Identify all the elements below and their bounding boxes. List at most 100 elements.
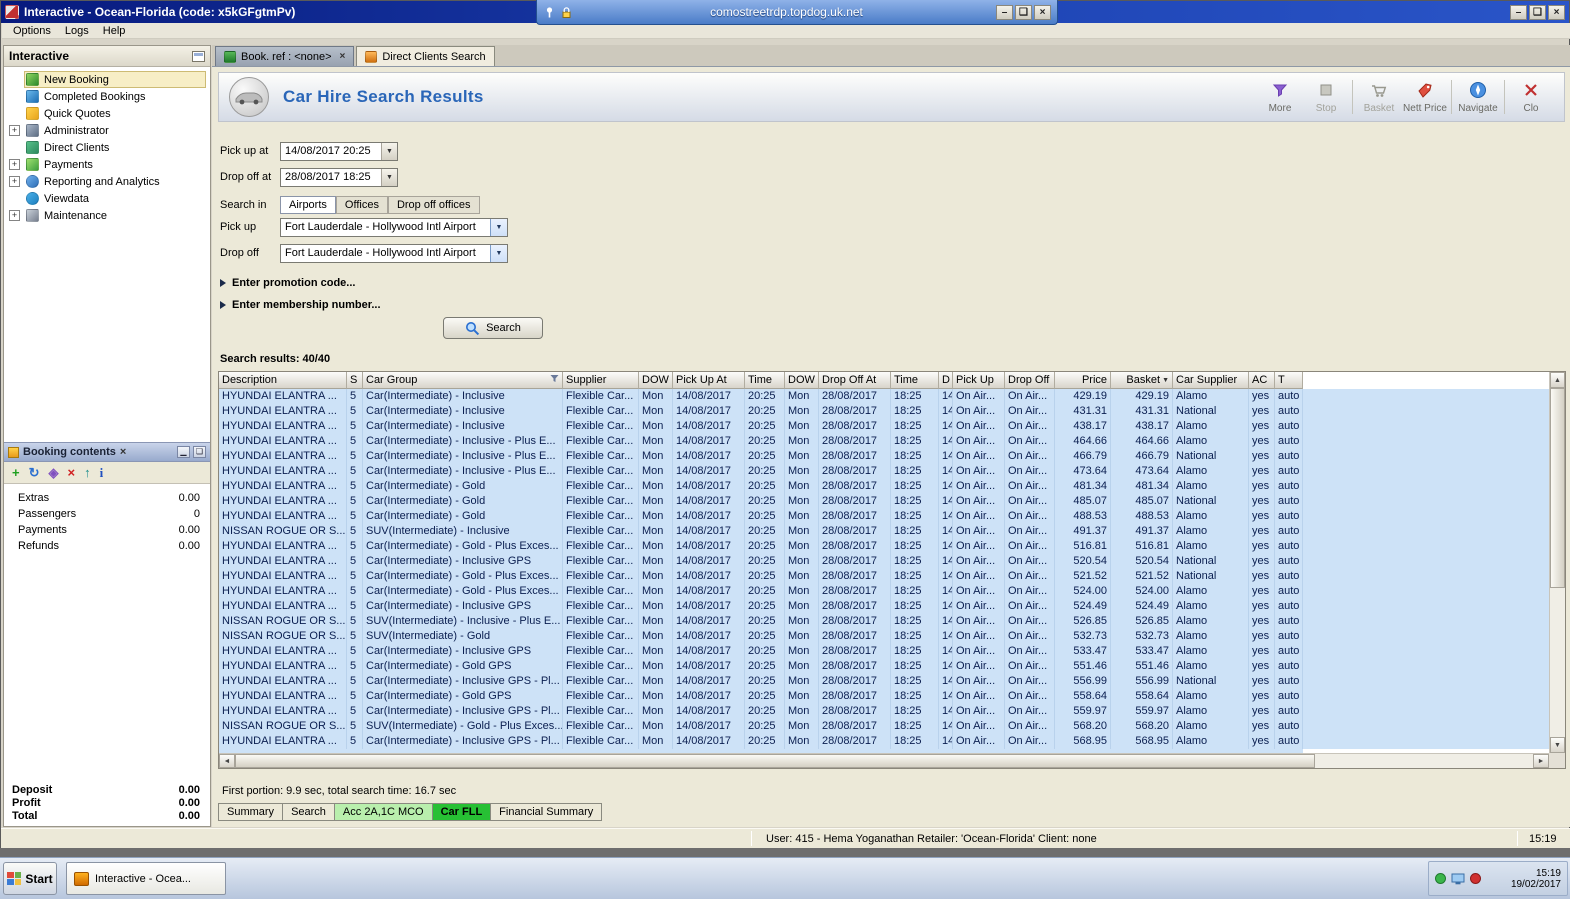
toolbar-clo-button[interactable]: Clo [1508,81,1554,114]
table-row[interactable]: HYUNDAI ELANTRA ... 5 Car(Intermediate) - … [219,554,1549,569]
filter-icon[interactable] [550,374,559,386]
booking-contents-close-icon[interactable]: × [120,446,126,458]
search-in-tab-airports[interactable]: Airports [280,196,336,214]
table-row[interactable]: HYUNDAI ELANTRA ... 5 Car(Intermediate) - … [219,434,1549,449]
table-row[interactable]: NISSAN ROGUE OR S... 5 SUV(Intermediate) -… [219,719,1549,734]
column-header-dow-7[interactable]: DOW [785,372,819,389]
bottom-tab-search[interactable]: Search [283,803,335,821]
table-row[interactable]: HYUNDAI ELANTRA ... 5 Car(Intermediate) - … [219,704,1549,719]
pickup-location-combobox[interactable]: Fort Lauderdale - Hollywood Intl Airport… [280,217,508,237]
table-row[interactable]: HYUNDAI ELANTRA ... 5 Car(Intermediate) - … [219,569,1549,584]
column-header-car-supplier-15[interactable]: Car Supplier [1173,372,1249,389]
bottom-tab-financial-summary[interactable]: Financial Summary [491,803,603,821]
table-row[interactable]: HYUNDAI ELANTRA ... 5 Car(Intermediate) - … [219,509,1549,524]
booking-content-row[interactable]: Extras 0.00 [4,490,210,506]
horizontal-scrollbar[interactable]: ◄ ► [219,753,1549,768]
chevron-down-icon[interactable]: ▼ [381,142,397,160]
column-header-drop-off-at-8[interactable]: Drop Off At [819,372,891,389]
move-up-icon[interactable]: ↑ [84,466,91,479]
transfer-icon[interactable]: ◈ [49,466,59,479]
menu-help[interactable]: Help [96,24,133,38]
info-icon[interactable]: i [100,466,104,479]
tab-close-icon[interactable]: × [340,51,346,62]
taskbar-task-interactive[interactable]: Interactive - Ocea... [66,862,226,895]
table-row[interactable]: NISSAN ROGUE OR S... 5 SUV(Intermediate) -… [219,614,1549,629]
search-in-tab-offices[interactable]: Offices [335,196,388,214]
sidebar-item-maintenance[interactable]: + Maintenance [4,207,210,224]
column-header-ac-16[interactable]: AC [1249,372,1275,389]
pin-icon[interactable] [543,6,556,19]
tab-direct-clients-search[interactable]: Direct Clients Search [356,46,495,66]
toolbar-navigate-button[interactable]: Navigate [1455,81,1501,114]
sidebar-item-completed-bookings[interactable]: Completed Bookings [4,88,210,105]
sidebar-item-reporting-and-analytics[interactable]: + Reporting and Analytics [4,173,210,190]
booking-content-row[interactable]: Refunds 0.00 [4,538,210,554]
panel-restore-icon[interactable]: ❏ [193,446,206,458]
column-header-pick-up-11[interactable]: Pick Up [953,372,1005,389]
add-icon[interactable]: + [12,466,20,479]
rdp-minimize-button[interactable]: – [996,4,1013,20]
menu-options[interactable]: Options [6,24,58,38]
column-header-basket-14[interactable]: Basket ▼ [1111,372,1173,389]
panel-minimize-icon[interactable]: ▁ [177,446,190,458]
scroll-left-icon[interactable]: ◄ [219,754,235,768]
table-row[interactable]: HYUNDAI ELANTRA ... 5 Car(Intermediate) - … [219,599,1549,614]
column-header-supplier-3[interactable]: Supplier [563,372,639,389]
expand-toggle-icon[interactable]: + [9,210,20,221]
vertical-scrollbar[interactable]: ▲ ▼ [1549,372,1565,753]
scroll-up-icon[interactable]: ▲ [1550,372,1565,388]
tray-status-red-icon[interactable] [1470,873,1481,884]
scroll-right-icon[interactable]: ► [1533,754,1549,768]
column-header-price-13[interactable]: Price [1055,372,1111,389]
sidebar-item-payments[interactable]: + Payments [4,156,210,173]
dropoff-location-combobox[interactable]: Fort Lauderdale - Hollywood Intl Airport… [280,243,508,263]
booking-content-row[interactable]: Passengers 0 [4,506,210,522]
pickup-datetime-field[interactable]: 14/08/2017 20:25 ▼ [280,141,398,161]
column-header-time-9[interactable]: Time [891,372,939,389]
minimize-button[interactable]: – [1510,4,1527,20]
table-row[interactable]: HYUNDAI ELANTRA ... 5 Car(Intermediate) - … [219,464,1549,479]
table-row[interactable]: HYUNDAI ELANTRA ... 5 Car(Intermediate) - … [219,584,1549,599]
table-row[interactable]: HYUNDAI ELANTRA ... 5 Car(Intermediate) - … [219,734,1549,749]
table-row[interactable]: HYUNDAI ELANTRA ... 5 Car(Intermediate) - … [219,389,1549,404]
toolbar-nett-price-button[interactable]: Nett Price [1402,81,1448,114]
search-button[interactable]: Search [443,317,543,339]
table-row[interactable]: HYUNDAI ELANTRA ... 5 Car(Intermediate) - … [219,689,1549,704]
membership-number-expander[interactable]: Enter membership number... [220,299,381,311]
close-button[interactable]: × [1548,4,1565,20]
expand-toggle-icon[interactable]: + [9,125,20,136]
sidebar-item-direct-clients[interactable]: Direct Clients [4,139,210,156]
refresh-icon[interactable]: ↻ [29,466,40,479]
chevron-down-icon[interactable]: ▼ [490,244,507,262]
column-header-d-10[interactable]: D [939,372,953,389]
column-header-time-6[interactable]: Time [745,372,785,389]
scroll-down-icon[interactable]: ▼ [1550,737,1565,753]
column-header-car-group-2[interactable]: Car Group [363,372,563,389]
promotion-code-expander[interactable]: Enter promotion code... [220,277,355,289]
table-row[interactable]: HYUNDAI ELANTRA ... 5 Car(Intermediate) - … [219,449,1549,464]
toolbar-more-button[interactable]: More [1257,81,1303,114]
column-header-description-0[interactable]: Description [219,372,347,389]
search-in-tab-drop-off-offices[interactable]: Drop off offices [387,196,480,214]
table-row[interactable]: HYUNDAI ELANTRA ... 5 Car(Intermediate) - … [219,419,1549,434]
bottom-tab-acc-2a-1c-mco[interactable]: Acc 2A,1C MCO [334,803,433,821]
column-header-s-1[interactable]: S [347,372,363,389]
table-row[interactable]: HYUNDAI ELANTRA ... 5 Car(Intermediate) - … [219,674,1549,689]
table-row[interactable]: HYUNDAI ELANTRA ... 5 Car(Intermediate) - … [219,539,1549,554]
column-header-pick-up-at-5[interactable]: Pick Up At [673,372,745,389]
horizontal-scroll-thumb[interactable] [235,754,1315,768]
rdp-restore-button[interactable]: ❏ [1015,4,1032,20]
expand-toggle-icon[interactable]: + [9,159,20,170]
chevron-down-icon[interactable]: ▼ [381,168,397,186]
table-row[interactable]: HYUNDAI ELANTRA ... 5 Car(Intermediate) - … [219,644,1549,659]
sidebar-item-quick-quotes[interactable]: Quick Quotes [4,105,210,122]
table-row[interactable]: HYUNDAI ELANTRA ... 5 Car(Intermediate) - … [219,404,1549,419]
table-row[interactable]: NISSAN ROGUE OR S... 5 SUV(Intermediate) -… [219,524,1549,539]
column-header-t-17[interactable]: T [1275,372,1303,389]
table-row[interactable]: NISSAN ROGUE OR S... 5 SUV(Intermediate) -… [219,629,1549,644]
collapse-panel-icon[interactable] [192,50,205,62]
sidebar-item-viewdata[interactable]: Viewdata [4,190,210,207]
chevron-down-icon[interactable]: ▼ [490,218,507,236]
delete-icon[interactable]: × [68,466,76,479]
booking-content-row[interactable]: Payments 0.00 [4,522,210,538]
